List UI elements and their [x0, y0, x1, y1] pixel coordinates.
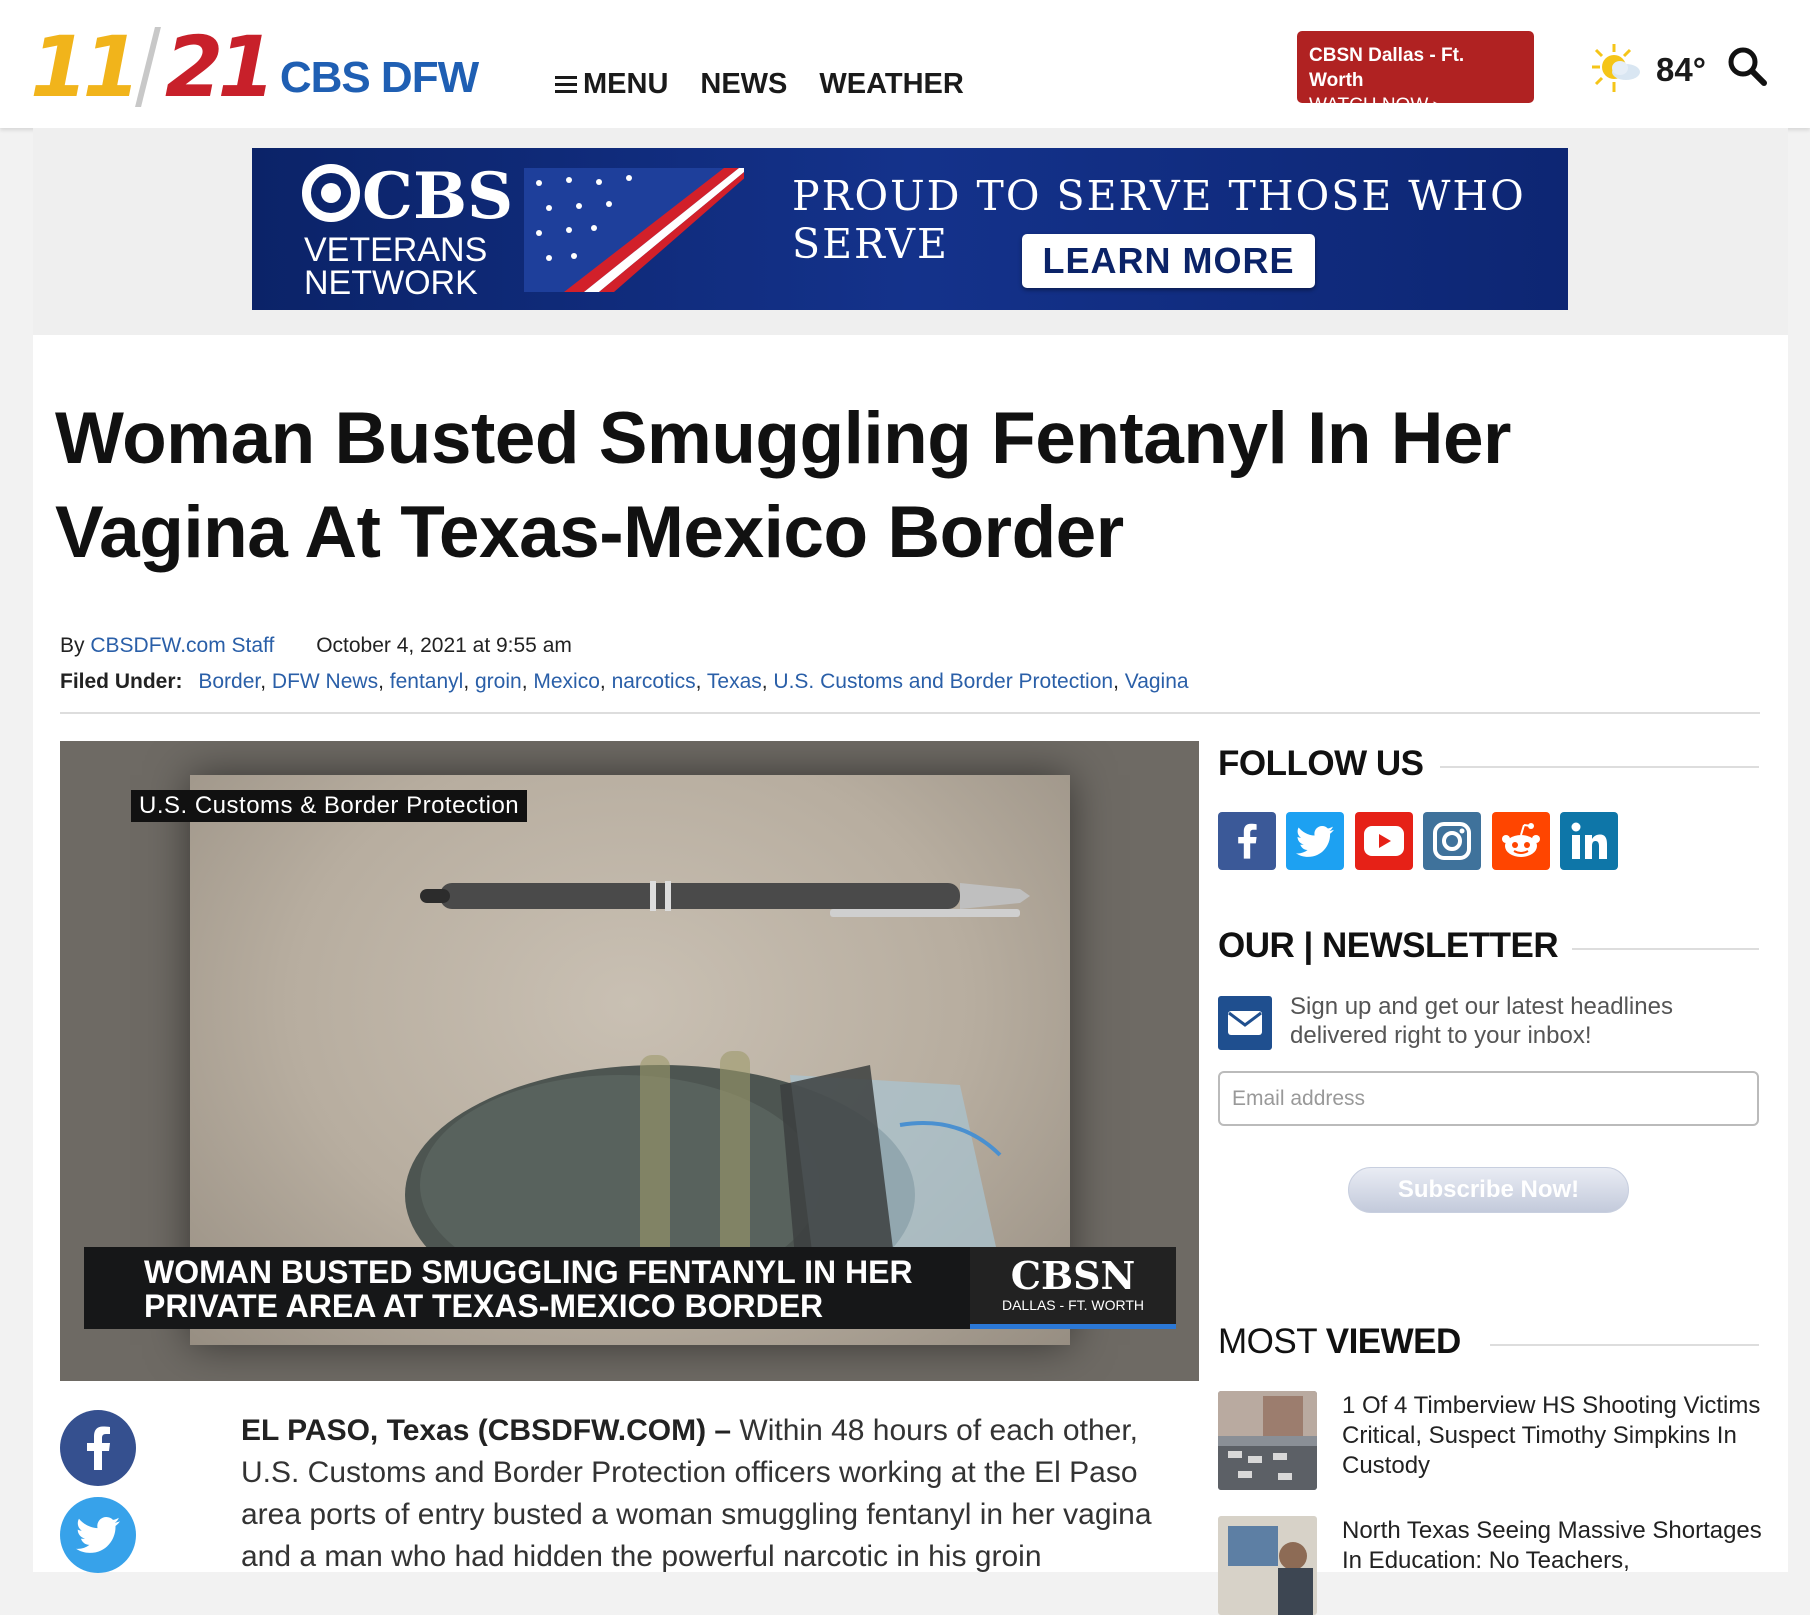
most-viewed-title: 1 Of 4 Timberview HS Shooting Victims Cr…: [1342, 1392, 1761, 1479]
thumbnail-image: [1218, 1516, 1317, 1615]
flag-graphic: [524, 168, 744, 292]
site-header: 11 21 CBS DFW MENU NEWS WEATHER CBSN Dal…: [0, 0, 1810, 128]
pen-image: [420, 881, 1030, 917]
follow-linkedin-button[interactable]: [1560, 812, 1618, 870]
tag-link[interactable]: U.S. Customs and Border Protection: [773, 670, 1113, 693]
search-icon[interactable]: [1727, 46, 1767, 86]
follow-instagram-button[interactable]: [1423, 812, 1481, 870]
thumbnail-image: [1218, 1391, 1317, 1490]
most-viewed-item[interactable]: 1 Of 4 Timberview HS Shooting Victims Cr…: [1218, 1391, 1760, 1491]
tag-link[interactable]: narcotics: [612, 670, 696, 693]
nav-menu[interactable]: MENU: [555, 68, 668, 101]
lower-third-text: WOMAN BUSTED SMUGGLING FENTANYL IN HER P…: [144, 1254, 913, 1324]
section-line: [1572, 948, 1759, 950]
reddit-icon: [1502, 823, 1540, 857]
hamburger-icon: [555, 75, 577, 94]
nav-menu-label: MENU: [583, 68, 669, 100]
linkedin-icon: [1571, 822, 1607, 859]
tag-link[interactable]: Mexico: [533, 670, 600, 693]
nav-weather-label: WEATHER: [819, 68, 964, 100]
watch-channel: CBSN Dallas - Ft. Worth: [1309, 45, 1465, 91]
newsletter-text: Sign up and get our latest headlines del…: [1290, 993, 1673, 1049]
share-facebook-button[interactable]: [60, 1410, 136, 1486]
tag-link[interactable]: Border: [198, 670, 260, 693]
section-line: [1490, 1344, 1759, 1346]
site-logo[interactable]: 11 21 CBS DFW: [30, 18, 479, 116]
weather-temp: 84°: [1656, 51, 1706, 88]
video-player[interactable]: U.S. Customs & Border Protection WOMAN B…: [60, 741, 1199, 1381]
tag-link[interactable]: groin: [475, 670, 522, 693]
nav-news-label: NEWS: [700, 68, 788, 100]
author-link[interactable]: CBSDFW.com Staff: [90, 634, 274, 657]
watch-now-button[interactable]: CBSN Dallas - Ft. Worth WATCH NOW ▸: [1297, 31, 1534, 116]
article-headline: Woman Busted Smuggling Fentanyl In Her V…: [55, 398, 1511, 573]
ad-learn-more-button[interactable]: LEARN MORE: [1022, 234, 1315, 288]
divider: [60, 712, 1760, 714]
cbs-eye-icon: [302, 164, 360, 222]
subscribe-button[interactable]: Subscribe Now!: [1348, 1167, 1629, 1213]
envelope-icon: [1218, 996, 1272, 1050]
section-line: [1440, 766, 1759, 768]
article-lead: EL PASO, Texas (CBSDFW.COM) – Within 48 …: [241, 1410, 1171, 1578]
nav-news[interactable]: NEWS: [700, 68, 787, 101]
by-prefix: By: [60, 634, 85, 657]
cbsn-logo: CBSN DALLAS - FT. WORTH: [970, 1247, 1176, 1329]
cbsn-sub: DALLAS - FT. WORTH: [1001, 1297, 1145, 1313]
most-viewed-item[interactable]: North Texas Seeing Massive Shortages In …: [1218, 1516, 1762, 1615]
ad-veterans-network: VETERANS NETWORK: [304, 231, 488, 302]
filed-under: Filed Under: Border, DFW News, fentanyl,…: [60, 670, 1189, 693]
logo-divider: [134, 27, 161, 107]
follow-us-title: FOLLOW US: [1218, 744, 1424, 783]
tag-link[interactable]: DFW News: [272, 670, 378, 693]
logo-21: 21: [164, 18, 276, 116]
ad-banner[interactable]: CBS VETERANS NETWORK PROUD TO SERVE THOS…: [252, 148, 1568, 310]
most-viewed-title: MOST VIEWED: [1218, 1322, 1461, 1361]
newsletter-title: OUR | NEWSLETTER: [1218, 926, 1559, 965]
follow-reddit-button[interactable]: [1492, 812, 1550, 870]
youtube-icon: [1364, 826, 1404, 856]
video-source-label: U.S. Customs & Border Protection: [131, 790, 528, 822]
watch-now-label: WATCH NOW ▸: [1309, 95, 1444, 116]
publish-date: October 4, 2021 at 9:55 am: [316, 634, 572, 657]
twitter-icon: [76, 1517, 120, 1553]
follow-youtube-button[interactable]: [1355, 812, 1413, 870]
filed-under-label: Filed Under:: [60, 670, 183, 693]
main-nav: MENU NEWS WEATHER: [555, 68, 964, 101]
logo-11: 11: [30, 18, 141, 116]
partly-sunny-icon: [1592, 44, 1640, 92]
most-viewed-title: North Texas Seeing Massive Shortages In …: [1342, 1517, 1762, 1574]
twitter-icon: [1296, 825, 1334, 857]
facebook-icon: [1238, 823, 1257, 859]
nav-weather[interactable]: WEATHER: [819, 68, 963, 101]
instagram-icon: [1433, 822, 1471, 860]
follow-twitter-button[interactable]: [1286, 812, 1344, 870]
email-field[interactable]: [1218, 1071, 1759, 1126]
logo-cbs-dfw: CBS DFW: [279, 53, 479, 102]
dateline: EL PASO, Texas (CBSDFW.COM) –: [241, 1414, 732, 1447]
tag-link[interactable]: fentanyl: [390, 670, 464, 693]
facebook-icon: [87, 1426, 110, 1470]
ad-cbs-logo: CBS: [302, 164, 513, 229]
cbsn-brand: CBSN: [1010, 1253, 1136, 1298]
tag-link[interactable]: Texas: [707, 670, 762, 693]
byline: By CBSDFW.com Staff October 4, 2021 at 9…: [60, 634, 572, 658]
weather-widget[interactable]: 84°: [1590, 42, 1706, 98]
tag-link[interactable]: Vagina: [1125, 670, 1189, 693]
video-lower-third: WOMAN BUSTED SMUGGLING FENTANYL IN HER P…: [84, 1247, 1176, 1329]
follow-facebook-button[interactable]: [1218, 812, 1276, 870]
share-twitter-button[interactable]: [60, 1497, 136, 1573]
